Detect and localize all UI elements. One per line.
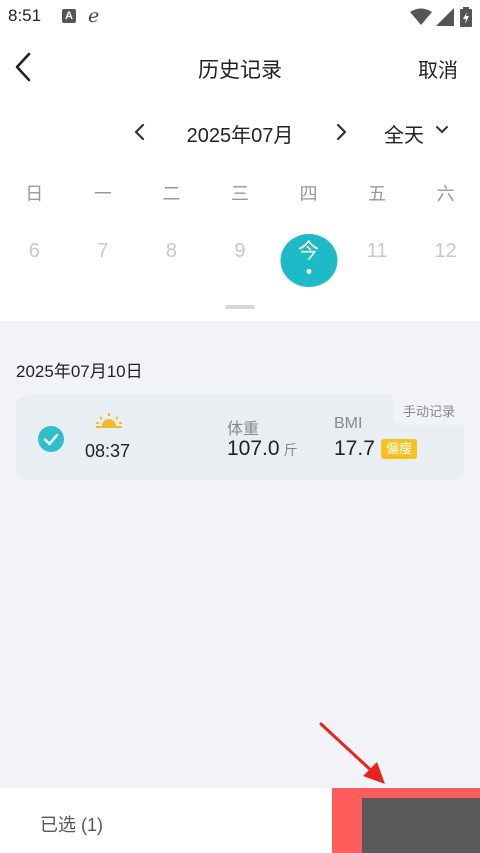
record-source-tag: 手动记录 [392,395,464,426]
status-bar: 8:51 A e [0,0,480,34]
weekday-header: 日 一 二 三 四 五 六 [0,180,480,208]
battery-icon [460,7,472,27]
month-label: 2025年07月 [186,125,294,147]
prev-month-icon[interactable] [130,120,150,144]
calendar-day[interactable]: 12 [411,236,480,266]
calendar-day[interactable]: 11 [343,236,412,266]
next-month-icon[interactable] [331,120,351,144]
bmi-status-badge: 偏瘦 [381,439,418,459]
app-notification-icon: A [62,9,76,23]
calendar-day[interactable]: 9 [206,236,275,266]
has-record-dot [306,269,312,274]
page-title: 历史记录 [198,59,282,82]
weekday-sun: 日 [25,184,44,204]
weekday-tue: 二 [162,184,181,204]
month-navigation: 2025年07月 全天 [0,112,480,152]
selected-count: 已选 (1) [40,815,103,835]
weekday-wed: 三 [230,184,249,204]
record-date-heading: 2025年07月10日 [16,362,143,381]
calendar-day[interactable]: 7 [69,236,138,266]
weekday-sat: 六 [436,184,455,204]
weekday-thu: 四 [299,184,318,204]
browser-notification-icon: e [88,5,100,27]
today-label: 今 [298,240,320,263]
app-header: 历史记录 取消 [0,40,480,96]
records-panel: 2025年07月10日 08:37 体重 107.0 斤 BMI 17.7 偏瘦 … [0,321,480,788]
bmi-label: BMI [334,415,363,432]
calendar-day[interactable]: 6 [0,236,69,266]
cancel-button[interactable]: 取消 [418,54,458,83]
weight-label: 体重 [227,421,260,438]
status-time: 8:51 [8,6,42,25]
time-range-select[interactable]: 全天 [384,119,424,148]
weight-value: 107.0 斤 [227,437,298,461]
calendar-day[interactable]: 8 [137,236,206,266]
bottom-action-bar: 已选 (1) [0,788,480,853]
weight-unit: 斤 [283,442,298,458]
bmi-value: 17.7 [334,437,375,460]
chevron-down-icon[interactable] [434,123,450,137]
record-time: 08:37 [85,441,131,461]
redacted-overlay [362,798,480,853]
record-card[interactable]: 08:37 体重 107.0 斤 BMI 17.7 偏瘦 手动记录 [16,395,464,480]
wifi-icon [410,8,432,25]
weekday-mon: 一 [93,184,112,204]
today-marker[interactable]: 今 [280,234,338,287]
drag-handle[interactable] [225,305,255,309]
check-icon [43,433,59,446]
weekday-fri: 五 [368,184,387,204]
selected-checkbox[interactable] [38,426,64,452]
signal-icon [436,8,454,26]
week-days-row: 6 7 8 9 今 11 12 [0,234,480,287]
sunrise-icon [96,413,122,428]
annotation-arrow [319,722,385,784]
weight-number: 107.0 [227,437,280,460]
